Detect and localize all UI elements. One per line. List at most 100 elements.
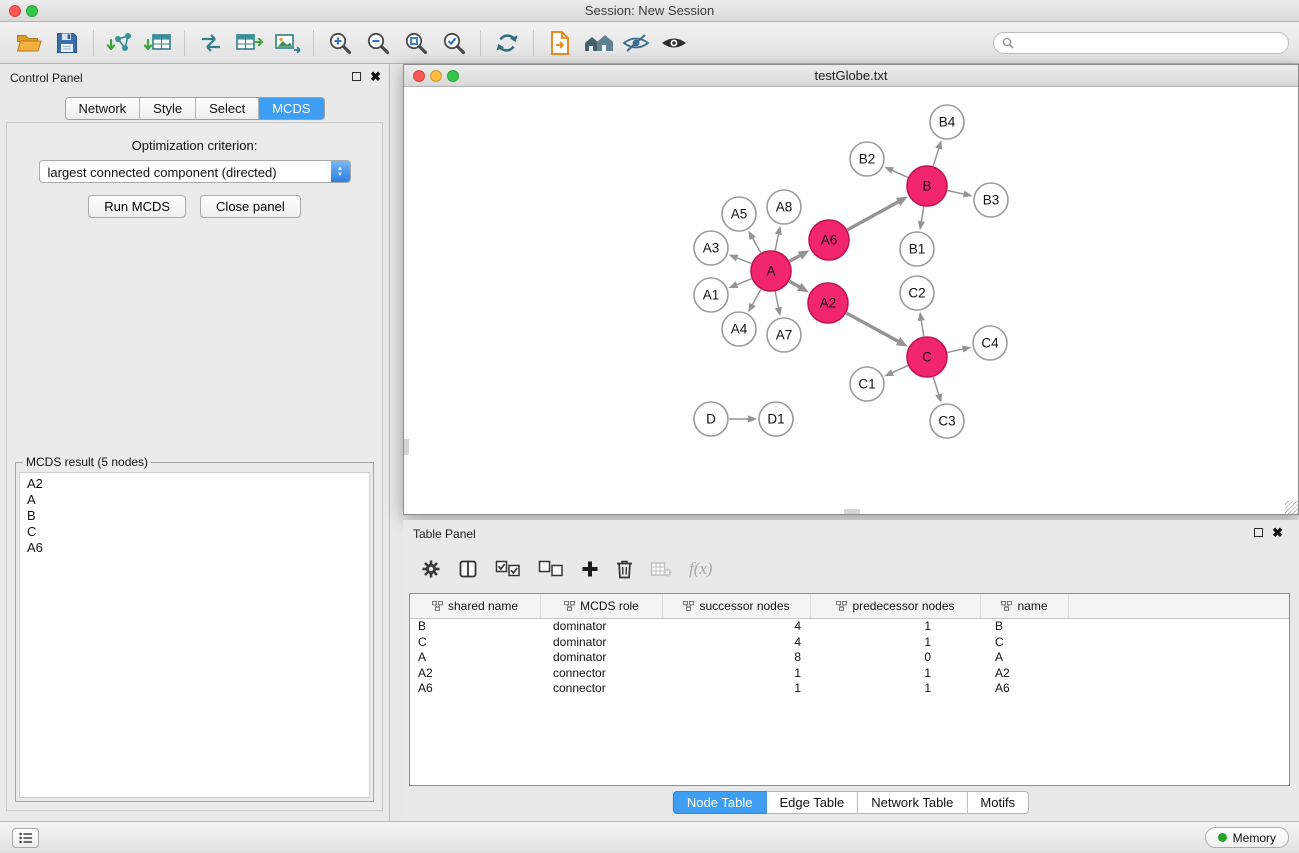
graph-node-B1[interactable]: B1: [900, 232, 934, 266]
table-row[interactable]: A2connector11A2: [410, 666, 1289, 682]
graph-node-C1[interactable]: C1: [850, 367, 884, 401]
edge-A6-B[interactable]: [847, 201, 899, 230]
select-all-button[interactable]: [495, 560, 521, 578]
close-table-panel-icon[interactable]: ✖: [1272, 527, 1283, 538]
float-table-panel-icon[interactable]: [1254, 528, 1263, 537]
edge-A-A4[interactable]: [752, 289, 761, 306]
graph-node-C3[interactable]: C3: [930, 404, 964, 438]
graph-node-A5[interactable]: A5: [722, 197, 756, 231]
edge-A-A8[interactable]: [775, 232, 779, 250]
close-panel-icon[interactable]: ✖: [370, 71, 381, 82]
column-header-shared-name[interactable]: shared name: [410, 594, 541, 618]
table-row[interactable]: Cdominator41C: [410, 635, 1289, 651]
column-header-MCDS-role[interactable]: MCDS role: [541, 594, 663, 618]
graph-node-D1[interactable]: D1: [759, 402, 793, 436]
import-table-button[interactable]: [139, 26, 177, 60]
graph-node-C2[interactable]: C2: [900, 276, 934, 310]
graph-node-B2[interactable]: B2: [850, 142, 884, 176]
tab-node-table[interactable]: Node Table: [673, 791, 767, 814]
open-session-button[interactable]: [10, 26, 48, 60]
edge-B-B2[interactable]: [891, 170, 908, 178]
graph-node-D[interactable]: D: [694, 402, 728, 436]
zoom-window-button[interactable]: [26, 5, 38, 17]
tab-mcds[interactable]: MCDS: [259, 98, 323, 119]
table-settings-button[interactable]: [421, 559, 441, 579]
export-table-button[interactable]: [230, 26, 268, 60]
tab-edge-table[interactable]: Edge Table: [766, 791, 858, 814]
tab-network-table[interactable]: Network Table: [858, 791, 967, 814]
edge-A-A2[interactable]: [789, 281, 801, 288]
graph-node-A3[interactable]: A3: [694, 231, 728, 265]
tab-motifs[interactable]: Motifs: [967, 791, 1029, 814]
edge-A-A3[interactable]: [735, 257, 751, 263]
table-row[interactable]: A6connector11A6: [410, 681, 1289, 697]
zoom-fit-button[interactable]: [397, 26, 435, 60]
criterion-dropdown[interactable]: largest connected component (directed) ▲…: [39, 160, 351, 183]
export-image-button[interactable]: [268, 26, 306, 60]
table-row[interactable]: Bdominator41B: [410, 619, 1289, 635]
tab-select[interactable]: Select: [196, 98, 259, 119]
edge-C-C4[interactable]: [947, 349, 964, 353]
column-header-name[interactable]: name: [981, 594, 1069, 618]
save-session-button[interactable]: [48, 26, 86, 60]
edge-C-C2[interactable]: [921, 319, 924, 337]
zoom-out-button[interactable]: [359, 26, 397, 60]
graph-node-A1[interactable]: A1: [694, 278, 728, 312]
import-file-button[interactable]: [541, 26, 579, 60]
edge-B-B4[interactable]: [933, 147, 939, 166]
delete-column-button[interactable]: [616, 559, 633, 579]
graph-node-B[interactable]: B: [907, 166, 947, 206]
zoom-selected-button[interactable]: [435, 26, 473, 60]
graph-node-C4[interactable]: C4: [973, 326, 1007, 360]
search-field[interactable]: [993, 32, 1289, 54]
memory-button[interactable]: Memory: [1205, 827, 1289, 848]
deselect-all-button[interactable]: [538, 560, 564, 578]
network-minimize-button[interactable]: [430, 70, 442, 82]
graph-node-C[interactable]: C: [907, 337, 947, 377]
edge-A-A7[interactable]: [775, 292, 779, 310]
edge-A2-C[interactable]: [846, 313, 899, 342]
vertical-scroll-hint[interactable]: [404, 439, 409, 455]
float-panel-icon[interactable]: [352, 72, 361, 81]
zoom-in-button[interactable]: [321, 26, 359, 60]
tab-network[interactable]: Network: [65, 98, 140, 119]
edge-A-A5[interactable]: [752, 237, 761, 253]
status-list-button[interactable]: [12, 828, 39, 848]
search-input[interactable]: [1019, 36, 1288, 50]
import-network-button[interactable]: [101, 26, 139, 60]
run-mcds-button[interactable]: Run MCDS: [88, 195, 186, 218]
show-graphics-details-button[interactable]: [655, 26, 693, 60]
network-overview-button[interactable]: [579, 26, 617, 60]
result-item[interactable]: A2: [27, 476, 362, 492]
result-item[interactable]: C: [27, 524, 362, 540]
resize-grip[interactable]: [1285, 501, 1298, 514]
function-builder-button[interactable]: f(x): [689, 559, 713, 579]
network-close-button[interactable]: [413, 70, 425, 82]
graph-node-A2[interactable]: A2: [808, 283, 848, 323]
hide-graphics-details-button[interactable]: [617, 26, 655, 60]
graph-node-B4[interactable]: B4: [930, 105, 964, 139]
graph-node-A4[interactable]: A4: [722, 312, 756, 346]
edge-B-B1[interactable]: [921, 207, 924, 224]
column-header-successor-nodes[interactable]: successor nodes: [663, 594, 811, 618]
graph-node-A8[interactable]: A8: [767, 190, 801, 224]
table-row[interactable]: Adominator80A: [410, 650, 1289, 666]
horizontal-scroll-hint[interactable]: [844, 509, 860, 514]
graph-node-B3[interactable]: B3: [974, 183, 1008, 217]
column-layout-button[interactable]: [458, 559, 478, 579]
graph-node-A7[interactable]: A7: [767, 318, 801, 352]
network-zoom-button[interactable]: [447, 70, 459, 82]
edge-B-B3[interactable]: [948, 190, 966, 194]
refresh-layout-button[interactable]: [488, 26, 526, 60]
network-graph[interactable]: B4B2BB3A5A8A6A3B1AC2A1A2A4A7C4CC1DD1C3: [404, 87, 1298, 514]
export-network-button[interactable]: [192, 26, 230, 60]
edge-C-C3[interactable]: [933, 377, 939, 396]
close-panel-button[interactable]: Close panel: [200, 195, 301, 218]
graph-node-A6[interactable]: A6: [809, 220, 849, 260]
edge-A-A6[interactable]: [790, 255, 802, 261]
delete-table-button[interactable]: [650, 560, 672, 578]
add-column-button[interactable]: [581, 560, 599, 578]
result-item[interactable]: B: [27, 508, 362, 524]
network-canvas[interactable]: B4B2BB3A5A8A6A3B1AC2A1A2A4A7C4CC1DD1C3: [404, 87, 1298, 514]
column-header-predecessor-nodes[interactable]: predecessor nodes: [811, 594, 981, 618]
